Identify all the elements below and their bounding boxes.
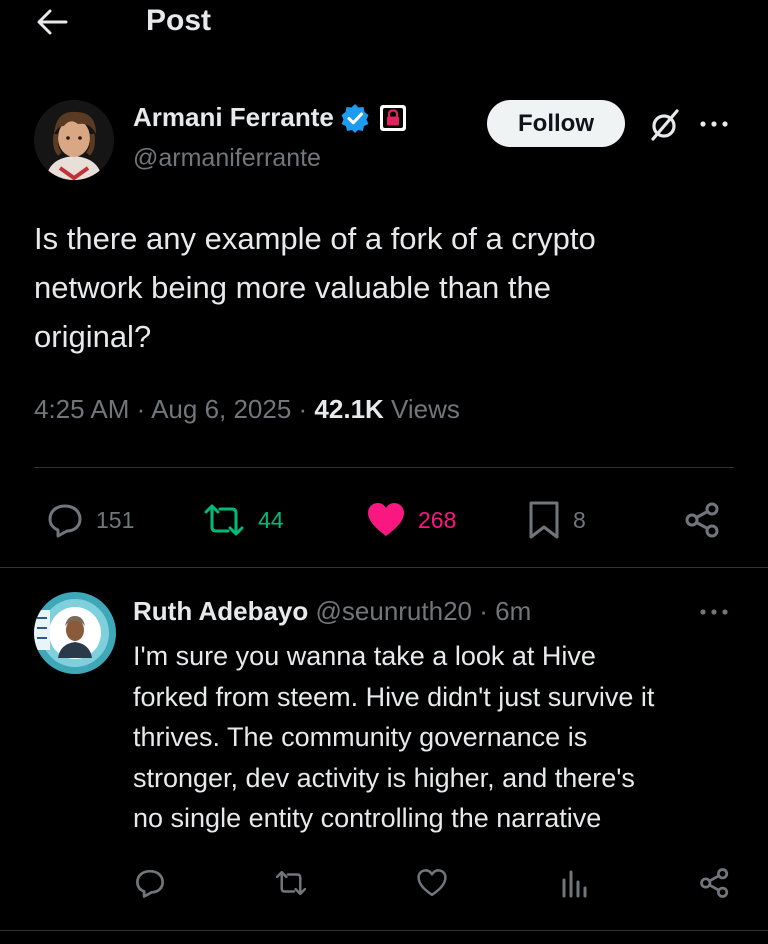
reply-author-name[interactable]: Ruth Adebayo	[133, 596, 308, 626]
reply-header: Ruth Adebayo @seunruth20 · 6m	[133, 596, 531, 627]
reply-avatar[interactable]	[34, 592, 116, 674]
like-count: 268	[418, 506, 457, 533]
repost-button[interactable]: 44	[202, 498, 284, 542]
divider	[34, 467, 734, 468]
like-button[interactable]: 268	[366, 498, 456, 542]
page-title: Post	[146, 4, 212, 37]
tweet-text-line: network being more valuable than the	[34, 270, 551, 305]
meta-separator: ·	[291, 394, 315, 424]
reply-text: I'm sure you wanna take a look at Hive f…	[133, 636, 743, 839]
reply-repost-button[interactable]	[274, 866, 308, 900]
author-name[interactable]: Armani Ferrante	[133, 102, 334, 133]
post-page: Post Armani Ferrante @armaniferrante Fol…	[0, 0, 768, 944]
tweet-meta: 4:25 AM · Aug 6, 2025 · 42.1K Views	[34, 394, 460, 425]
lock-badge-icon	[379, 104, 406, 131]
bookmark-button[interactable]: 8	[527, 498, 586, 542]
reply-more-options-icon[interactable]	[697, 600, 731, 624]
bookmark-count: 8	[573, 506, 586, 533]
views-label: Views	[383, 394, 460, 424]
more-options-icon[interactable]	[697, 112, 731, 136]
share-icon	[700, 868, 729, 898]
author-name-row: Armani Ferrante	[133, 102, 408, 133]
heart-outline-icon	[417, 869, 447, 897]
divider	[0, 930, 768, 931]
meta-separator: ·	[129, 394, 152, 424]
views-count[interactable]: 42.1K	[314, 394, 383, 424]
reply-share-button[interactable]	[698, 866, 732, 900]
author-avatar[interactable]	[34, 100, 114, 180]
reply-separator: ·	[472, 596, 496, 626]
reply-reply-button[interactable]	[133, 866, 167, 900]
reply-icon	[48, 504, 82, 538]
verified-badge-icon	[341, 103, 369, 133]
share-button[interactable]	[684, 498, 722, 542]
analytics-icon	[562, 870, 587, 898]
reply-count: 151	[96, 506, 135, 533]
arrow-left-icon	[37, 9, 68, 35]
reply-author-handle[interactable]: @seunruth20	[316, 596, 473, 626]
tweet-text-line: Is there any example of a fork of a cryp…	[34, 221, 596, 256]
share-icon	[685, 502, 719, 538]
author-handle[interactable]: @armaniferrante	[133, 144, 321, 173]
reply-like-button[interactable]	[415, 866, 449, 900]
follow-button[interactable]: Follow	[487, 100, 625, 147]
reply-icon	[136, 869, 164, 898]
top-bar: Post	[0, 0, 768, 46]
repost-count: 44	[258, 506, 284, 533]
grok-icon[interactable]	[645, 106, 683, 144]
reply-text-line: thrives. The community governance is	[133, 722, 588, 752]
reply-text-line: stronger, dev activity is higher, and th…	[133, 762, 635, 793]
heart-icon	[368, 503, 404, 536]
tweet-time[interactable]: 4:25 AM	[34, 394, 129, 424]
repost-icon	[204, 504, 244, 536]
reply-time[interactable]: 6m	[495, 596, 531, 626]
repost-icon	[275, 870, 307, 896]
tweet-date[interactable]: Aug 6, 2025	[151, 394, 291, 424]
back-button[interactable]	[34, 6, 70, 38]
reply-text-line: I'm sure you wanna take a look at Hive	[133, 641, 596, 671]
tweet-text-line: original?	[34, 319, 152, 354]
reply-views-button[interactable]	[557, 866, 591, 900]
divider	[0, 567, 768, 568]
tweet-text: Is there any example of a fork of a cryp…	[34, 214, 734, 361]
reply-text-line: forked from steem. Hive didn't just surv…	[133, 681, 655, 712]
reply-text-line: no single entity controlling the narrati…	[133, 803, 602, 833]
bookmark-icon	[529, 501, 559, 539]
reply-button[interactable]: 151	[46, 498, 134, 542]
